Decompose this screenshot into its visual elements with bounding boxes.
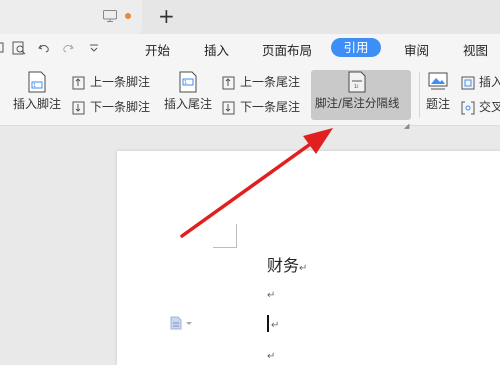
cross-reference-button[interactable]: 交叉 [461,98,500,116]
tab-bar: + [0,0,500,34]
next-footnote-button[interactable]: 下一条脚注 [72,98,150,116]
undo-icon[interactable] [38,41,50,55]
prev-footnote-icon [72,76,85,89]
next-endnote-label: 下一条尾注 [240,100,301,114]
next-endnote-icon [222,101,235,114]
document-page[interactable] [117,151,500,365]
paragraph-mark: ↵ [271,320,280,331]
next-footnote-label: 下一条脚注 [90,100,151,114]
next-footnote-icon [72,101,85,114]
insert-endnote-button[interactable]: 1 插入尾注 [164,66,212,112]
dialog-launcher-icon[interactable]: ◢ [404,122,409,130]
prev-endnote-icon [222,76,235,89]
caption-image-icon [428,72,448,90]
prev-footnote-button[interactable]: 上一条脚注 [72,73,150,91]
redo-icon[interactable] [62,41,74,55]
insert-cut-label: 插入 [479,75,500,89]
paragraph-mark: ↵ [267,290,276,301]
caption-label: 题注 [426,97,451,111]
menu-page-layout[interactable]: 页面布局 [262,40,312,59]
prev-endnote-label: 上一条尾注 [240,75,301,89]
menu-home[interactable]: 开始 [145,40,170,59]
ribbon-references: 1 插入脚注 上一条脚注 下一条脚注 1 插入尾注 上一条尾注 下一条尾注 1i… [0,62,500,130]
separator-line-icon: 1i [348,71,366,93]
margin-corner-mark [213,247,237,248]
paragraph-mark: ↵ [267,351,276,362]
svg-text:1: 1 [184,80,187,86]
heading-text: 财务 [267,256,300,275]
paragraph-mark: ↵ [299,263,308,274]
next-endnote-button[interactable]: 下一条尾注 [222,98,300,116]
svg-text:1i: 1i [354,84,359,90]
print-preview-icon[interactable] [12,41,26,55]
footnote-icon: 1 [28,71,46,93]
ribbon-divider [419,72,420,118]
cross-reference-label: 交叉 [479,100,500,114]
customize-dropdown-icon[interactable] [89,41,99,55]
insert-table-of-figures-button[interactable]: 插入 [461,73,500,91]
menu-view[interactable]: 视图 [463,40,488,59]
endnote-icon: 1 [179,71,197,93]
cross-reference-icon [461,101,475,114]
insert-footnote-label: 插入脚注 [13,97,62,111]
menu-bar: 开始 插入 页面布局 引用 审阅 视图 [0,34,500,62]
footnote-separator-button[interactable]: 1i 脚注/尾注分隔线 [315,66,399,111]
menu-insert[interactable]: 插入 [204,40,229,59]
table-of-figures-icon [461,76,475,89]
caption-button[interactable]: 题注 [426,66,450,112]
new-tab-plus-icon[interactable]: + [158,3,175,29]
unsaved-dot-icon [125,13,131,19]
document-heading[interactable]: 财务↵ [267,252,307,276]
insert-endnote-label: 插入尾注 [164,97,213,111]
paragraph-layout-icon[interactable] [170,316,194,330]
sidebar-toggle-icon[interactable] [0,41,6,55]
text-cursor [267,315,269,332]
menu-references-active[interactable]: 引用 [331,38,381,57]
footnote-separator-label: 脚注/尾注分隔线 [315,96,400,110]
prev-endnote-button[interactable]: 上一条尾注 [222,73,300,91]
insert-footnote-button[interactable]: 1 插入脚注 [13,66,61,112]
margin-corner-mark-vertical [236,224,237,248]
menu-review[interactable]: 审阅 [404,40,429,59]
prev-footnote-label: 上一条脚注 [90,75,151,89]
svg-text:1: 1 [33,83,36,89]
document-tab[interactable] [0,0,142,34]
monitor-icon[interactable] [103,10,117,22]
